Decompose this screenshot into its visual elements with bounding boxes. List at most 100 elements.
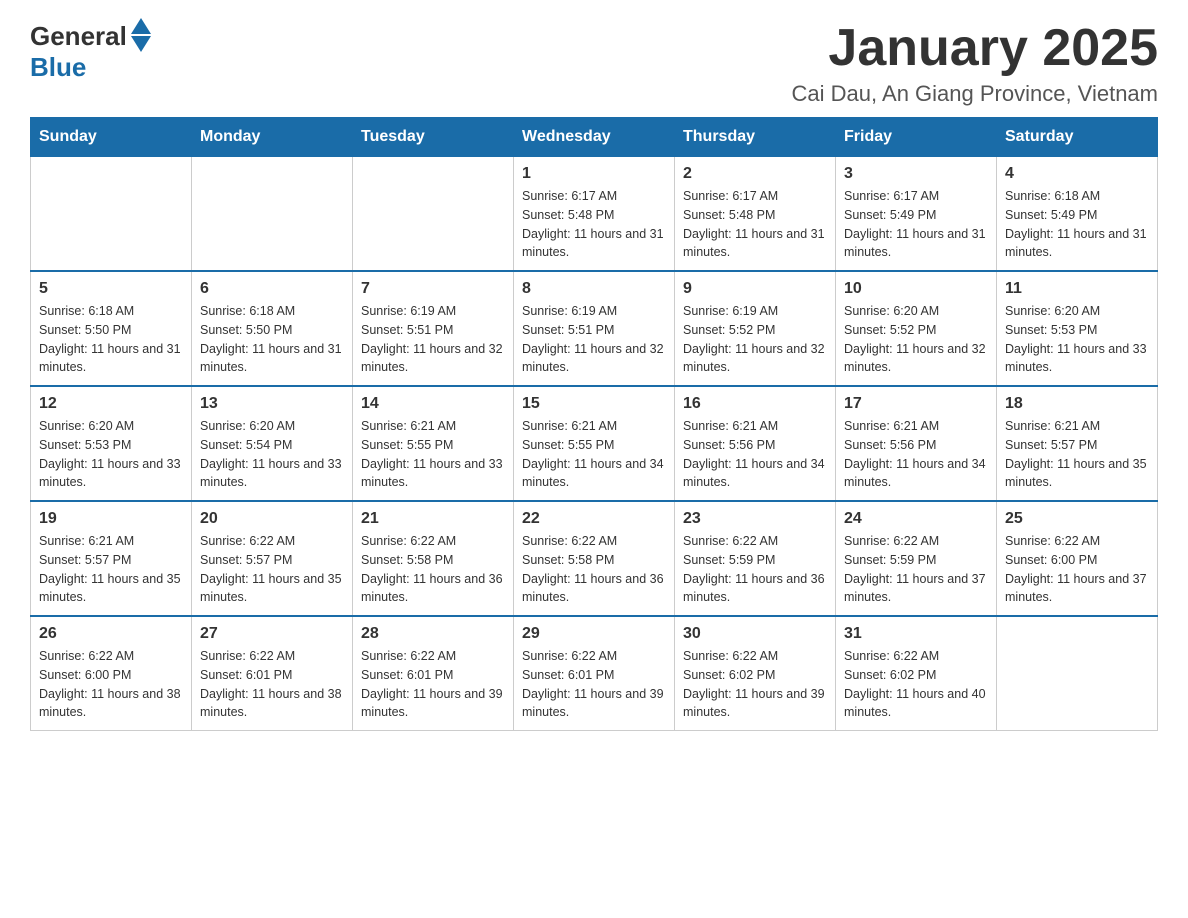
- day-number: 16: [683, 395, 827, 413]
- day-info: Sunrise: 6:22 AM Sunset: 5:58 PM Dayligh…: [361, 532, 505, 607]
- day-info: Sunrise: 6:22 AM Sunset: 6:02 PM Dayligh…: [844, 647, 988, 722]
- page-subtitle: Cai Dau, An Giang Province, Vietnam: [792, 81, 1158, 107]
- calendar-week-row: 5 Sunrise: 6:18 AM Sunset: 5:50 PM Daylig…: [31, 271, 1158, 386]
- calendar-day-cell: 7 Sunrise: 6:19 AM Sunset: 5:51 PM Daylig…: [353, 271, 514, 386]
- calendar-day-cell: 25 Sunrise: 6:22 AM Sunset: 6:00 PM Dayli…: [997, 501, 1158, 616]
- day-info: Sunrise: 6:22 AM Sunset: 5:57 PM Dayligh…: [200, 532, 344, 607]
- day-info: Sunrise: 6:21 AM Sunset: 5:56 PM Dayligh…: [683, 417, 827, 492]
- calendar-day-cell: 9Sunrise: 6:19 AM Sunset: 5:52 PM Daylig…: [675, 271, 836, 386]
- day-number: 4: [1005, 165, 1149, 183]
- day-number: 11: [1005, 280, 1149, 298]
- calendar-day-cell: 6 Sunrise: 6:18 AM Sunset: 5:50 PM Daylig…: [192, 271, 353, 386]
- day-info: Sunrise: 6:18 AM Sunset: 5:50 PM Dayligh…: [200, 302, 344, 377]
- day-number: 19: [39, 510, 183, 528]
- day-info: Sunrise: 6:17 AM Sunset: 5:49 PM Dayligh…: [844, 187, 988, 262]
- calendar-day-cell: 15 Sunrise: 6:21 AM Sunset: 5:55 PM Dayli…: [514, 386, 675, 501]
- day-number: 24: [844, 510, 988, 528]
- column-header-sunday: Sunday: [31, 118, 192, 157]
- calendar-day-cell: [353, 157, 514, 272]
- calendar-week-row: 1Sunrise: 6:17 AM Sunset: 5:48 PM Daylig…: [31, 157, 1158, 272]
- column-header-saturday: Saturday: [997, 118, 1158, 157]
- day-number: 12: [39, 395, 183, 413]
- day-number: 28: [361, 625, 505, 643]
- day-info: Sunrise: 6:21 AM Sunset: 5:55 PM Dayligh…: [361, 417, 505, 492]
- page-header: General Blue January 2025 Cai Dau, An Gi…: [30, 20, 1158, 107]
- page-title: January 2025: [792, 20, 1158, 77]
- calendar-day-cell: 29 Sunrise: 6:22 AM Sunset: 6:01 PM Dayli…: [514, 616, 675, 731]
- day-number: 22: [522, 510, 666, 528]
- calendar-day-cell: [997, 616, 1158, 731]
- day-number: 3: [844, 165, 988, 183]
- calendar-header-row: SundayMondayTuesdayWednesdayThursdayFrid…: [31, 118, 1158, 157]
- calendar-day-cell: 20 Sunrise: 6:22 AM Sunset: 5:57 PM Dayli…: [192, 501, 353, 616]
- logo: General Blue: [30, 20, 151, 83]
- day-info: Sunrise: 6:21 AM Sunset: 5:57 PM Dayligh…: [1005, 417, 1149, 492]
- calendar-day-cell: 11Sunrise: 6:20 AM Sunset: 5:53 PM Dayli…: [997, 271, 1158, 386]
- calendar-day-cell: 16 Sunrise: 6:21 AM Sunset: 5:56 PM Dayli…: [675, 386, 836, 501]
- day-number: 25: [1005, 510, 1149, 528]
- day-info: Sunrise: 6:20 AM Sunset: 5:54 PM Dayligh…: [200, 417, 344, 492]
- calendar-week-row: 12 Sunrise: 6:20 AM Sunset: 5:53 PM Dayli…: [31, 386, 1158, 501]
- calendar-week-row: 19 Sunrise: 6:21 AM Sunset: 5:57 PM Dayli…: [31, 501, 1158, 616]
- day-info: Sunrise: 6:22 AM Sunset: 6:00 PM Dayligh…: [1005, 532, 1149, 607]
- day-info: Sunrise: 6:22 AM Sunset: 5:59 PM Dayligh…: [683, 532, 827, 607]
- calendar-day-cell: 17 Sunrise: 6:21 AM Sunset: 5:56 PM Dayli…: [836, 386, 997, 501]
- day-number: 15: [522, 395, 666, 413]
- title-area: January 2025 Cai Dau, An Giang Province,…: [792, 20, 1158, 107]
- calendar-day-cell: 22 Sunrise: 6:22 AM Sunset: 5:58 PM Dayli…: [514, 501, 675, 616]
- logo-blue-text: Blue: [30, 52, 86, 83]
- calendar-table: SundayMondayTuesdayWednesdayThursdayFrid…: [30, 117, 1158, 731]
- day-number: 10: [844, 280, 988, 298]
- day-info: Sunrise: 6:21 AM Sunset: 5:57 PM Dayligh…: [39, 532, 183, 607]
- day-info: Sunrise: 6:20 AM Sunset: 5:52 PM Dayligh…: [844, 302, 988, 377]
- day-info: Sunrise: 6:19 AM Sunset: 5:51 PM Dayligh…: [522, 302, 666, 377]
- day-info: Sunrise: 6:22 AM Sunset: 6:02 PM Dayligh…: [683, 647, 827, 722]
- day-number: 20: [200, 510, 344, 528]
- calendar-week-row: 26 Sunrise: 6:22 AM Sunset: 6:00 PM Dayli…: [31, 616, 1158, 731]
- day-info: Sunrise: 6:22 AM Sunset: 6:01 PM Dayligh…: [200, 647, 344, 722]
- day-info: Sunrise: 6:22 AM Sunset: 6:01 PM Dayligh…: [522, 647, 666, 722]
- column-header-monday: Monday: [192, 118, 353, 157]
- day-number: 18: [1005, 395, 1149, 413]
- day-info: Sunrise: 6:17 AM Sunset: 5:48 PM Dayligh…: [522, 187, 666, 262]
- calendar-day-cell: 10 Sunrise: 6:20 AM Sunset: 5:52 PM Dayli…: [836, 271, 997, 386]
- day-info: Sunrise: 6:22 AM Sunset: 6:01 PM Dayligh…: [361, 647, 505, 722]
- calendar-day-cell: 23 Sunrise: 6:22 AM Sunset: 5:59 PM Dayli…: [675, 501, 836, 616]
- day-number: 13: [200, 395, 344, 413]
- calendar-day-cell: 8 Sunrise: 6:19 AM Sunset: 5:51 PM Daylig…: [514, 271, 675, 386]
- day-number: 5: [39, 280, 183, 298]
- column-header-thursday: Thursday: [675, 118, 836, 157]
- day-info: Sunrise: 6:18 AM Sunset: 5:50 PM Dayligh…: [39, 302, 183, 377]
- day-info: Sunrise: 6:21 AM Sunset: 5:55 PM Dayligh…: [522, 417, 666, 492]
- column-header-friday: Friday: [836, 118, 997, 157]
- day-number: 8: [522, 280, 666, 298]
- day-number: 17: [844, 395, 988, 413]
- calendar-day-cell: 28 Sunrise: 6:22 AM Sunset: 6:01 PM Dayli…: [353, 616, 514, 731]
- day-number: 7: [361, 280, 505, 298]
- day-info: Sunrise: 6:21 AM Sunset: 5:56 PM Dayligh…: [844, 417, 988, 492]
- calendar-day-cell: 12 Sunrise: 6:20 AM Sunset: 5:53 PM Dayli…: [31, 386, 192, 501]
- day-number: 31: [844, 625, 988, 643]
- day-info: Sunrise: 6:22 AM Sunset: 5:58 PM Dayligh…: [522, 532, 666, 607]
- day-info: Sunrise: 6:20 AM Sunset: 5:53 PM Dayligh…: [39, 417, 183, 492]
- day-info: Sunrise: 6:22 AM Sunset: 5:59 PM Dayligh…: [844, 532, 988, 607]
- day-number: 6: [200, 280, 344, 298]
- day-number: 14: [361, 395, 505, 413]
- calendar-day-cell: 13 Sunrise: 6:20 AM Sunset: 5:54 PM Dayli…: [192, 386, 353, 501]
- day-number: 26: [39, 625, 183, 643]
- logo-general-text: General: [30, 21, 127, 52]
- calendar-day-cell: [192, 157, 353, 272]
- calendar-day-cell: 3 Sunrise: 6:17 AM Sunset: 5:49 PM Daylig…: [836, 157, 997, 272]
- day-number: 29: [522, 625, 666, 643]
- calendar-day-cell: [31, 157, 192, 272]
- day-number: 27: [200, 625, 344, 643]
- calendar-day-cell: 4Sunrise: 6:18 AM Sunset: 5:49 PM Daylig…: [997, 157, 1158, 272]
- day-info: Sunrise: 6:19 AM Sunset: 5:51 PM Dayligh…: [361, 302, 505, 377]
- column-header-wednesday: Wednesday: [514, 118, 675, 157]
- day-number: 21: [361, 510, 505, 528]
- calendar-day-cell: 18 Sunrise: 6:21 AM Sunset: 5:57 PM Dayli…: [997, 386, 1158, 501]
- day-info: Sunrise: 6:22 AM Sunset: 6:00 PM Dayligh…: [39, 647, 183, 722]
- day-number: 23: [683, 510, 827, 528]
- day-number: 2: [683, 165, 827, 183]
- calendar-day-cell: 26 Sunrise: 6:22 AM Sunset: 6:00 PM Dayli…: [31, 616, 192, 731]
